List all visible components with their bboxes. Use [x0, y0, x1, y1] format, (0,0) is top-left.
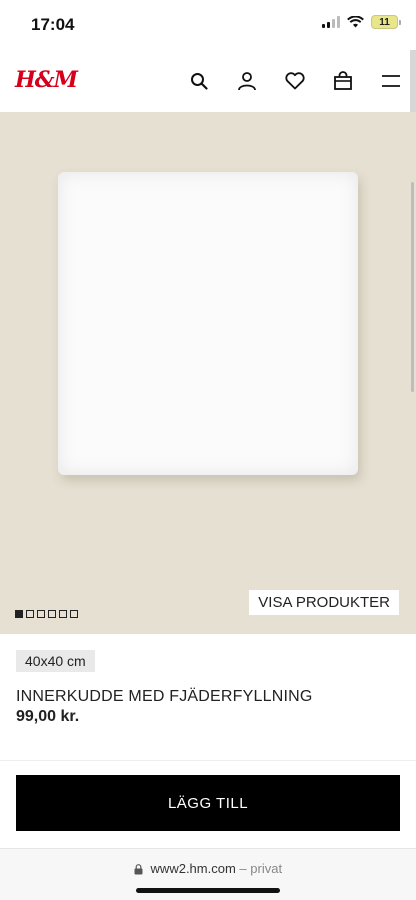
home-indicator[interactable] [136, 888, 280, 893]
favorites-icon[interactable] [284, 70, 306, 92]
add-to-cart-button[interactable]: LÄGG TILL [16, 775, 400, 831]
wifi-icon [347, 16, 364, 28]
status-icons: 11 [322, 15, 401, 29]
product-image-pillow [58, 172, 358, 475]
product-image-carousel[interactable]: VISA PRODUKTER [0, 112, 416, 634]
divider [0, 760, 416, 761]
url-display[interactable]: www2.hm.com – privat [0, 861, 416, 876]
product-price: 99,00 kr. [16, 708, 80, 725]
carousel-dot[interactable] [70, 610, 78, 618]
battery-icon: 11 [371, 15, 401, 29]
page-scrollbar[interactable] [411, 182, 414, 392]
carousel-dot[interactable] [37, 610, 45, 618]
url-private-label: – privat [239, 861, 283, 876]
size-chip[interactable]: 40x40 cm [16, 650, 95, 672]
visa-produkter-button[interactable]: VISA PRODUKTER [249, 590, 399, 615]
carousel-dot[interactable] [15, 610, 23, 618]
status-time: 17:04 [31, 15, 75, 34]
site-header: H&M [0, 50, 416, 112]
signal-icon [322, 16, 340, 28]
hm-logo[interactable]: H&M [15, 67, 78, 93]
bag-icon[interactable] [332, 70, 354, 92]
carousel-dot[interactable] [59, 610, 67, 618]
product-name: INNERKUDDE MED FJÄDERFYLLNING [16, 688, 313, 705]
url-host: www2.hm.com [150, 861, 236, 876]
carousel-dot[interactable] [48, 610, 56, 618]
menu-icon[interactable] [380, 70, 402, 92]
status-bar: 17:04 11 [0, 0, 416, 50]
carousel-dot[interactable] [26, 610, 34, 618]
lock-icon [134, 864, 143, 875]
carousel-indicators [15, 610, 78, 618]
account-icon[interactable] [236, 70, 258, 92]
search-icon[interactable] [188, 70, 210, 92]
